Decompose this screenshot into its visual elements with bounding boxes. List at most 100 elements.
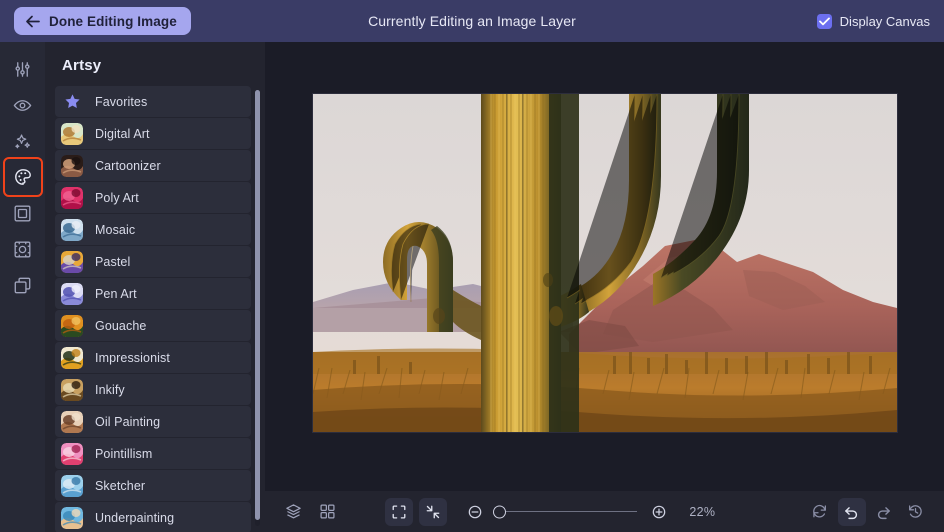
star-icon <box>61 93 83 110</box>
preset-item-label: Gouache <box>95 319 146 333</box>
preset-item[interactable]: Inkify <box>55 374 251 405</box>
preset-item[interactable]: Pointillism <box>55 438 251 469</box>
history-icon <box>907 503 924 520</box>
rail-item-layers-duplicate[interactable] <box>6 268 40 302</box>
eye-icon <box>13 96 32 115</box>
undo-icon <box>843 503 860 520</box>
redo-icon <box>875 503 892 520</box>
preset-item[interactable]: Oil Painting <box>55 406 251 437</box>
done-editing-image-label: Done Editing Image <box>49 14 177 29</box>
image-layer[interactable] <box>313 94 897 432</box>
bottom-toolbar: 22% <box>265 490 944 532</box>
display-canvas-label: Display Canvas <box>840 14 930 29</box>
history-controls <box>806 498 930 526</box>
presets-list[interactable]: Favorites Digital Art Cartoonizer Poly A… <box>45 86 265 532</box>
display-canvas-checkbox[interactable] <box>817 14 832 29</box>
grid-icon <box>319 503 336 520</box>
rail-item-adjustments[interactable] <box>6 52 40 86</box>
focus-vignette-icon <box>13 240 32 259</box>
zoom-out-button[interactable] <box>461 498 489 526</box>
rail-item-artsy-palette[interactable] <box>6 160 40 194</box>
rail-item-frames[interactable] <box>6 196 40 230</box>
grid-view-button[interactable] <box>313 498 341 526</box>
fit-to-screen-button[interactable] <box>385 498 413 526</box>
zoom-in-icon <box>651 504 667 520</box>
sparkles-icon <box>13 132 32 151</box>
preset-item-label: Impressionist <box>95 351 170 365</box>
preset-thumbnail-icon <box>61 507 83 529</box>
page-title-text: Currently Editing an Image Layer <box>368 13 576 29</box>
preset-item[interactable]: Poly Art <box>55 182 251 213</box>
preset-thumbnail-icon <box>61 347 83 369</box>
tool-rail <box>0 42 45 532</box>
zoom-level-value: 22% <box>689 505 723 519</box>
done-editing-image-button[interactable]: Done Editing Image <box>14 7 191 35</box>
preset-thumbnail-icon <box>61 219 83 241</box>
preset-item[interactable]: Digital Art <box>55 118 251 149</box>
editor-body: Artsy Favorites Digital Art Cartoonizer … <box>0 42 944 532</box>
preset-thumbnail-icon <box>61 411 83 433</box>
layers-duplicate-icon <box>13 276 32 295</box>
preset-item[interactable]: Cartoonizer <box>55 150 251 181</box>
preset-item-label: Inkify <box>95 383 125 397</box>
preset-thumbnail-icon <box>61 379 83 401</box>
zoom-slider-track[interactable] <box>497 511 637 513</box>
preset-item[interactable]: Sketcher <box>55 470 251 501</box>
frame-border-icon <box>13 204 32 223</box>
undo-button[interactable] <box>838 498 866 526</box>
preset-item[interactable]: Impressionist <box>55 342 251 373</box>
preset-thumbnail-icon <box>61 315 83 337</box>
zoom-slider-knob[interactable] <box>493 505 506 518</box>
cactus-desert-photo <box>313 94 897 432</box>
presets-scrollbar-track[interactable] <box>255 90 260 526</box>
preset-item-label: Cartoonizer <box>95 159 161 173</box>
fit-to-screen-icon <box>391 504 407 520</box>
rail-item-focus[interactable] <box>6 232 40 266</box>
redo-button[interactable] <box>870 498 898 526</box>
preset-item[interactable]: Pen Art <box>55 278 251 309</box>
presets-panel-title: Artsy <box>45 42 265 86</box>
preset-item-label: Pastel <box>95 255 130 269</box>
preset-item-label: Poly Art <box>95 191 139 205</box>
top-bar: Done Editing Image Currently Editing an … <box>0 0 944 42</box>
zoom-in-button[interactable] <box>645 498 673 526</box>
preset-thumbnail-icon <box>61 251 83 273</box>
canvas-stage[interactable] <box>265 42 944 490</box>
preset-item-label: Sketcher <box>95 479 145 493</box>
preset-item[interactable]: Mosaic <box>55 214 251 245</box>
preset-item-label: Oil Painting <box>95 415 160 429</box>
preset-item-label: Underpainting <box>95 511 174 525</box>
presets-scrollbar-thumb[interactable] <box>255 90 260 520</box>
palette-icon <box>13 167 33 187</box>
preset-item[interactable]: Underpainting <box>55 502 251 532</box>
preset-thumbnail-icon <box>61 283 83 305</box>
preset-item[interactable]: Pastel <box>55 246 251 277</box>
display-canvas-toggle[interactable]: Display Canvas <box>817 14 930 29</box>
preset-thumbnail-icon <box>61 123 83 145</box>
zoom-out-icon <box>467 504 483 520</box>
preset-item[interactable]: Favorites <box>55 86 251 117</box>
history-button[interactable] <box>902 498 930 526</box>
presets-panel: Artsy Favorites Digital Art Cartoonizer … <box>45 42 265 532</box>
preset-item-label: Mosaic <box>95 223 135 237</box>
stage-wrapper: 22% <box>265 42 944 532</box>
rail-item-effects-eye[interactable] <box>6 88 40 122</box>
preset-thumbnail-icon <box>61 475 83 497</box>
reset-button[interactable] <box>806 498 834 526</box>
adjustments-sliders-icon <box>13 60 32 79</box>
shrink-to-fit-button[interactable] <box>419 498 447 526</box>
zoom-slider[interactable] <box>497 498 637 526</box>
preset-item-label: Pen Art <box>95 287 137 301</box>
arrow-left-icon <box>25 15 40 28</box>
layers-icon <box>285 503 302 520</box>
zoom-controls: 22% <box>385 498 723 526</box>
image-editor-app: Done Editing Image Currently Editing an … <box>0 0 944 532</box>
preset-item-label: Digital Art <box>95 127 150 141</box>
preset-thumbnail-icon <box>61 187 83 209</box>
preset-item-label: Pointillism <box>95 447 152 461</box>
layers-button[interactable] <box>279 498 307 526</box>
preset-item[interactable]: Gouache <box>55 310 251 341</box>
shrink-to-fit-icon <box>425 504 441 520</box>
preset-thumbnail-icon <box>61 155 83 177</box>
rail-item-ai-sparkles[interactable] <box>6 124 40 158</box>
